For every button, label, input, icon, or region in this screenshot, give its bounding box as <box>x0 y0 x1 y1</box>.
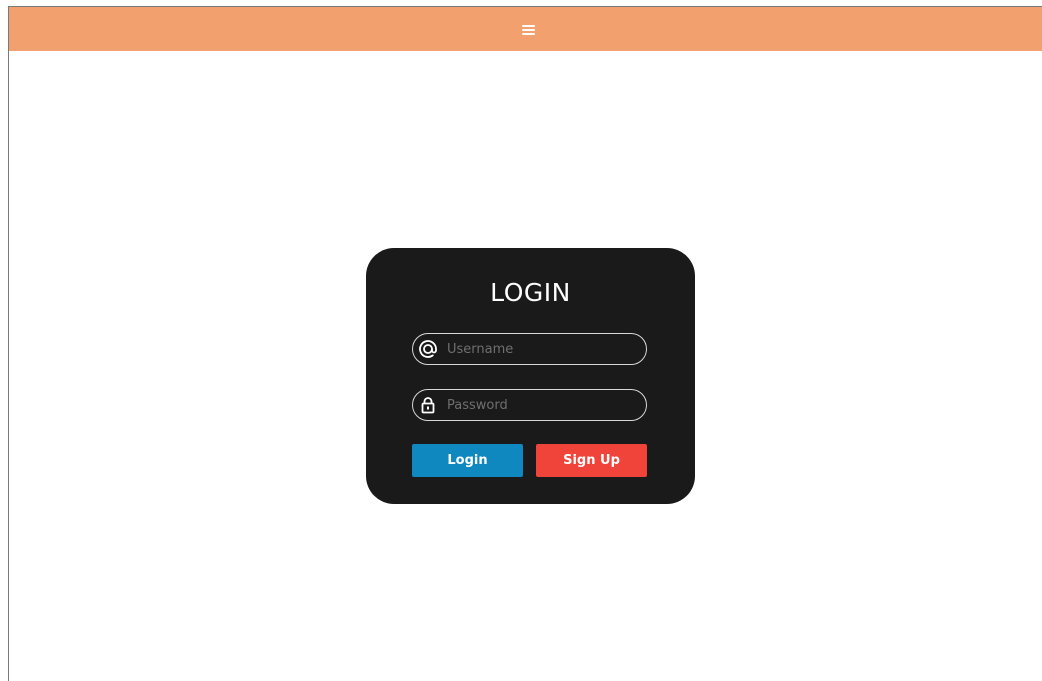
hamburger-menu-icon[interactable] <box>519 22 539 38</box>
top-bar <box>9 7 1042 51</box>
lock-icon <box>418 395 438 415</box>
sign-up-button[interactable]: Sign Up <box>536 444 647 477</box>
username-field[interactable] <box>412 333 647 365</box>
login-button[interactable]: Login <box>412 444 523 477</box>
password-field[interactable] <box>412 389 647 421</box>
at-sign-icon <box>418 339 438 359</box>
password-input[interactable] <box>447 394 637 416</box>
app-window: LOGIN Login Sign Up <box>8 6 1042 681</box>
menu-line <box>522 25 535 27</box>
login-card: LOGIN Login Sign Up <box>366 248 695 504</box>
menu-line <box>522 29 535 31</box>
menu-line <box>522 33 535 35</box>
login-title: LOGIN <box>490 278 571 307</box>
username-input[interactable] <box>447 338 637 360</box>
